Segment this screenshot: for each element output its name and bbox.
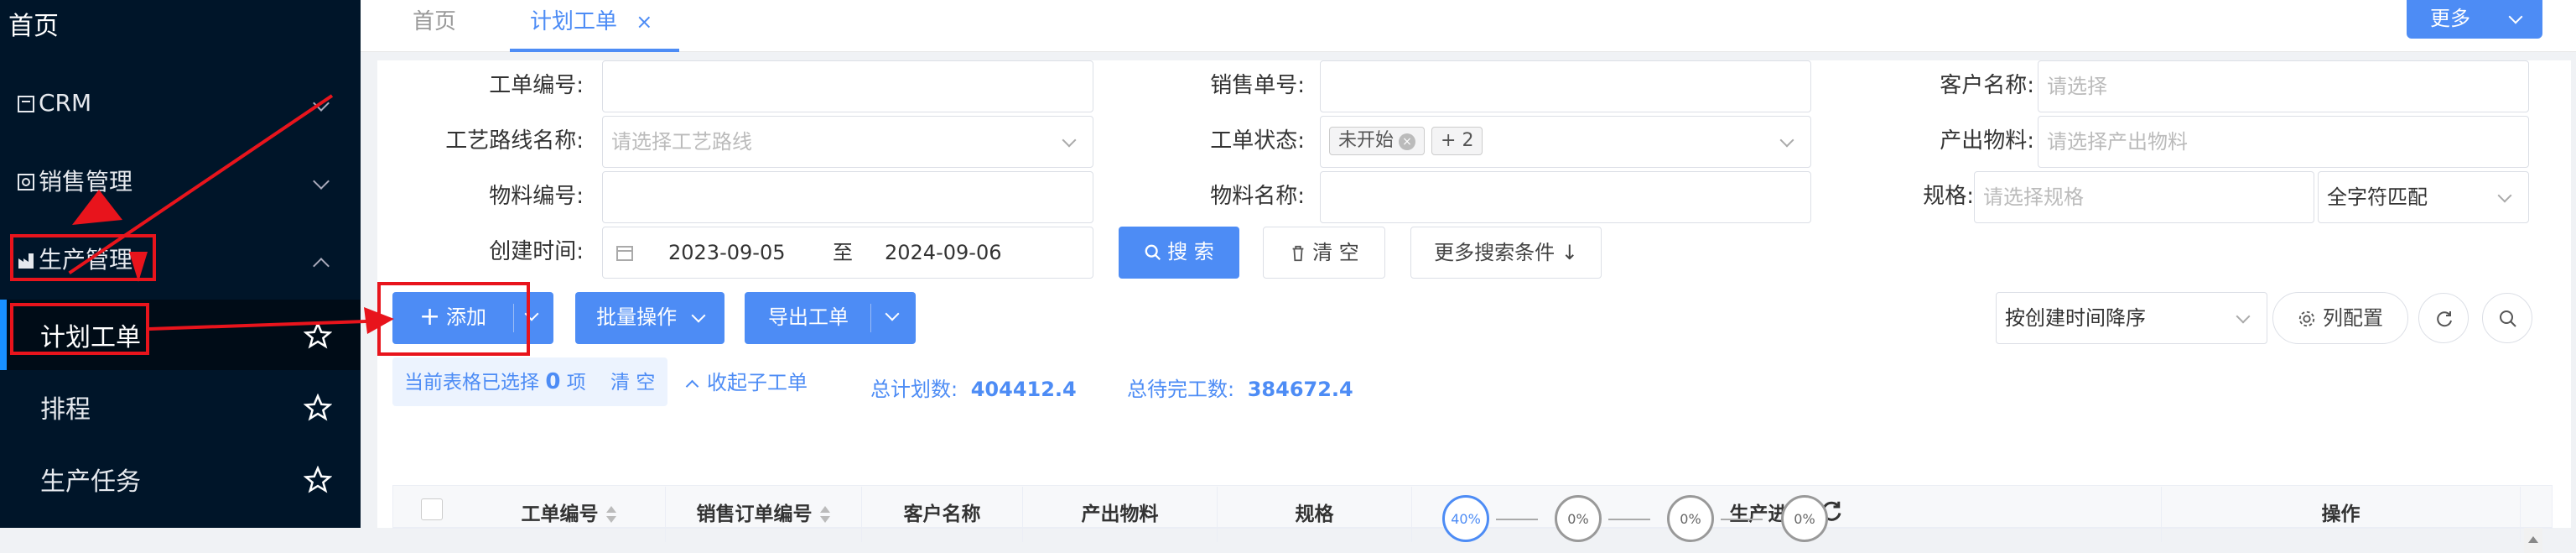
triangle-up-icon [2528,536,2538,543]
arrowhead-icon [129,252,148,282]
arrowhead-icon [364,307,394,334]
annotation-arrowheads [72,190,394,334]
scrollbar-up[interactable] [2524,528,2542,553]
arrowhead-icon [72,190,122,225]
